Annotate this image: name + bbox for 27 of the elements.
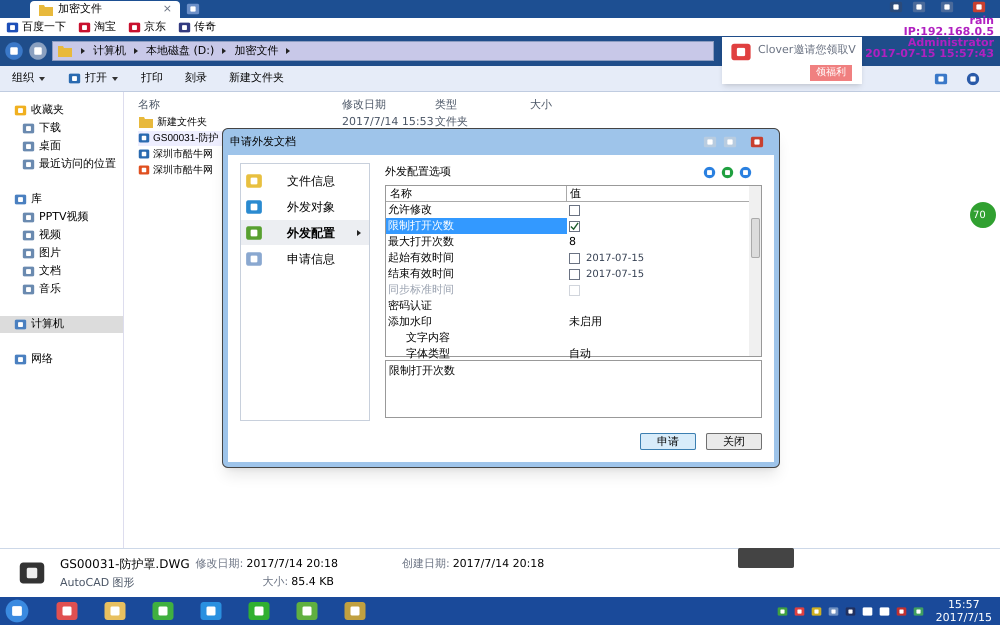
value-text: 8: [569, 234, 576, 250]
dialog-title: 申请外发文档: [230, 134, 296, 150]
field-value: 2017/7/14 20:18: [246, 556, 338, 572]
file-name: GS00031-防护: [153, 132, 219, 146]
field-label: 创建日期:: [402, 556, 450, 572]
info-text: 2017-07-15 15:57:43: [865, 48, 994, 59]
notification-text: Clover邀请您领取V: [758, 42, 856, 58]
file-date: 2017/7/14 15:53: [342, 114, 435, 130]
field-label: 大小:: [262, 574, 288, 590]
info-text: rain: [970, 15, 994, 26]
section-title: 外发配置选项: [385, 164, 451, 180]
field-label: 修改日期:: [196, 556, 244, 572]
file-name: 深圳市酷牛网: [153, 164, 213, 178]
info-text: Administrator: [908, 37, 994, 48]
field-value: 85.4 KB: [291, 574, 334, 590]
info-text: IP:192.168.0.5: [904, 26, 994, 37]
description-box: 限制打开次数: [385, 360, 762, 418]
field-value: 2017/7/14 20:18: [452, 556, 544, 572]
file-name: GS00031-防护罩.DWG: [60, 556, 190, 573]
value-text: 自动: [569, 346, 591, 362]
file-type: 文件夹: [435, 114, 468, 130]
date-value: 2017-07-15: [586, 252, 644, 266]
value-text: 未启用: [569, 314, 602, 330]
file-name: 深圳市酷牛网: [153, 148, 213, 162]
date-value: 2017-07-15: [586, 268, 644, 282]
file-name: 新建文件夹: [157, 116, 207, 130]
file-type: AutoCAD 图形: [60, 574, 136, 591]
